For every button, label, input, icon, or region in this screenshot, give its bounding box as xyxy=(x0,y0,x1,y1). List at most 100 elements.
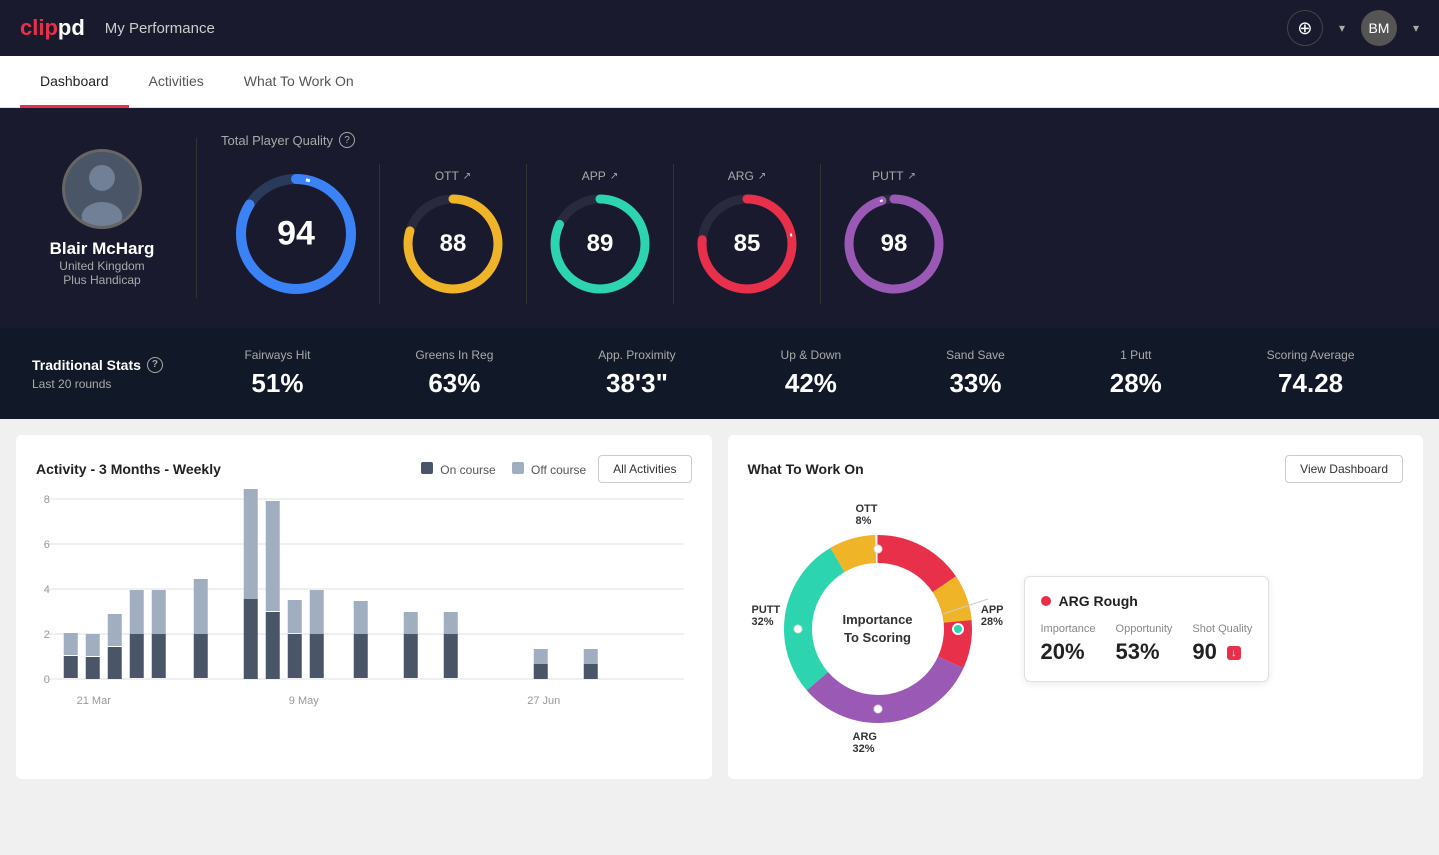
activity-chart-card: Activity - 3 Months - Weekly On course O… xyxy=(16,435,712,779)
work-on-content: Importance To Scoring OTT 8% APP 28% ARG… xyxy=(748,499,1404,759)
svg-text:2: 2 xyxy=(44,629,50,641)
shot-quality-label: Shot Quality xyxy=(1192,623,1252,635)
ott-arrow-icon: ↗ xyxy=(463,171,471,182)
avatar-dropdown-arrow[interactable]: ▾ xyxy=(1413,21,1419,35)
legend-on-course: On course xyxy=(421,462,496,477)
putt-label: PUTT ↗ xyxy=(872,169,916,183)
stat-1putt-label: 1 Putt xyxy=(1120,348,1151,362)
arg-opportunity-metric: Opportunity 53% xyxy=(1116,623,1173,665)
player-name: Blair McHarg xyxy=(50,239,155,259)
stat-fairways-hit: Fairways Hit 51% xyxy=(244,348,310,399)
app-value: 89 xyxy=(587,230,614,258)
trad-stats-label: Traditional Stats ? Last 20 rounds xyxy=(32,357,192,391)
app-label: APP ↗ xyxy=(582,169,618,183)
work-on-title: What To Work On xyxy=(748,461,864,477)
stat-1putt: 1 Putt 28% xyxy=(1110,348,1162,399)
header: clippd My Performance ⊕ ▾ BM ▾ xyxy=(0,0,1439,56)
stat-sand-save: Sand Save 33% xyxy=(946,348,1005,399)
what-to-work-on-card: What To Work On View Dashboard xyxy=(728,435,1424,779)
gauge-divider-1 xyxy=(379,164,380,304)
stat-app-proximity: App. Proximity 38'3" xyxy=(598,348,675,399)
stats-panel: Blair McHarg United Kingdom Plus Handica… xyxy=(0,108,1439,328)
player-avatar xyxy=(62,149,142,229)
arg-shot-quality-metric: Shot Quality 90 ↓ xyxy=(1192,623,1252,665)
ott-label: OTT ↗ xyxy=(435,169,471,183)
tab-activities[interactable]: Activities xyxy=(129,57,224,108)
add-button[interactable]: ⊕ xyxy=(1287,10,1323,46)
importance-value: 20% xyxy=(1041,639,1096,665)
logo: clippd xyxy=(20,15,85,41)
stat-sand-value: 33% xyxy=(949,368,1001,399)
header-right: ⊕ ▾ BM ▾ xyxy=(1287,10,1419,46)
stat-scoring-value: 74.28 xyxy=(1278,368,1343,399)
arg-rough-metrics: Importance 20% Opportunity 53% Shot Qual… xyxy=(1041,623,1253,665)
svg-text:9 May: 9 May xyxy=(289,695,319,707)
nav-tabs: Dashboard Activities What To Work On xyxy=(0,56,1439,108)
quality-label: Total Player Quality ? xyxy=(221,132,1407,148)
user-avatar-button[interactable]: BM xyxy=(1361,10,1397,46)
ott-donut-label: OTT 8% xyxy=(856,503,878,527)
shot-quality-badge: ↓ xyxy=(1227,646,1241,660)
arg-value: 85 xyxy=(734,230,761,258)
putt-value: 98 xyxy=(881,230,908,258)
bar-chart-svg: 0 2 4 6 8 xyxy=(36,479,692,719)
stat-greens-label: Greens In Reg xyxy=(415,348,493,362)
svg-text:8: 8 xyxy=(44,494,50,506)
arg-gauge-canvas: 85 xyxy=(692,189,802,299)
legend-off-course: Off course xyxy=(512,462,586,477)
svg-text:6: 6 xyxy=(44,539,50,551)
opportunity-value: 53% xyxy=(1116,639,1173,665)
app-gauge: APP ↗ 89 xyxy=(535,169,665,299)
main-gauge: 94 xyxy=(221,169,371,299)
stat-scoring-avg: Scoring Average 74.28 xyxy=(1267,348,1355,399)
player-handicap: Plus Handicap xyxy=(63,273,140,287)
tab-what-to-work-on[interactable]: What To Work On xyxy=(224,57,374,108)
main-gauge-canvas: 94 xyxy=(231,169,361,299)
arg-arrow-icon: ↗ xyxy=(758,171,766,182)
trad-stats-info-icon[interactable]: ? xyxy=(147,357,163,373)
arg-rough-title: ARG Rough xyxy=(1041,593,1253,609)
putt-arrow-icon: ↗ xyxy=(907,171,915,182)
arg-donut-label: ARG 32% xyxy=(853,731,877,755)
putt-gauge: PUTT ↗ 98 xyxy=(829,169,959,299)
add-dropdown-arrow[interactable]: ▾ xyxy=(1339,21,1345,35)
stat-greens-in-reg: Greens In Reg 63% xyxy=(415,348,493,399)
app-donut-label: APP 28% xyxy=(981,604,1004,628)
svg-text:0: 0 xyxy=(44,674,50,686)
arg-importance-metric: Importance 20% xyxy=(1041,623,1096,665)
stat-greens-value: 63% xyxy=(428,368,480,399)
quality-section: Total Player Quality ? 94 OTT xyxy=(221,132,1407,304)
quality-info-icon[interactable]: ? xyxy=(339,132,355,148)
traditional-stats: Traditional Stats ? Last 20 rounds Fairw… xyxy=(0,328,1439,419)
header-title: My Performance xyxy=(105,20,215,37)
importance-label: Importance xyxy=(1041,623,1096,635)
ott-gauge: OTT ↗ 88 xyxy=(388,169,518,299)
arg-rough-dot xyxy=(1041,596,1051,606)
vertical-divider xyxy=(196,138,197,298)
trad-stats-subtitle: Last 20 rounds xyxy=(32,377,192,391)
stat-updown-label: Up & Down xyxy=(781,348,842,362)
chart-legend: On course Off course xyxy=(421,462,586,477)
svg-text:21 Mar: 21 Mar xyxy=(77,695,112,707)
plus-icon: ⊕ xyxy=(1297,18,1312,39)
stat-fairways-hit-label: Fairways Hit xyxy=(244,348,310,362)
tab-dashboard[interactable]: Dashboard xyxy=(20,57,129,108)
gauge-divider-4 xyxy=(820,164,821,304)
on-course-dot xyxy=(421,462,433,474)
stat-app-value: 38'3" xyxy=(606,368,668,399)
view-dashboard-button[interactable]: View Dashboard xyxy=(1285,455,1403,483)
arg-gauge: ARG ↗ 85 xyxy=(682,169,812,299)
gauge-divider-3 xyxy=(673,164,674,304)
stat-sand-label: Sand Save xyxy=(946,348,1005,362)
stat-scoring-label: Scoring Average xyxy=(1267,348,1355,362)
logo-text: clippd xyxy=(20,15,85,41)
donut-center-label: Importance To Scoring xyxy=(842,611,912,647)
player-info: Blair McHarg United Kingdom Plus Handica… xyxy=(32,149,172,287)
app-gauge-canvas: 89 xyxy=(545,189,655,299)
opportunity-label: Opportunity xyxy=(1116,623,1173,635)
bottom-section: Activity - 3 Months - Weekly On course O… xyxy=(0,419,1439,795)
app-arrow-icon: ↗ xyxy=(610,171,618,182)
shot-quality-value: 90 ↓ xyxy=(1192,639,1252,665)
main-gauge-value: 94 xyxy=(277,215,315,254)
work-on-header: What To Work On View Dashboard xyxy=(748,455,1404,483)
